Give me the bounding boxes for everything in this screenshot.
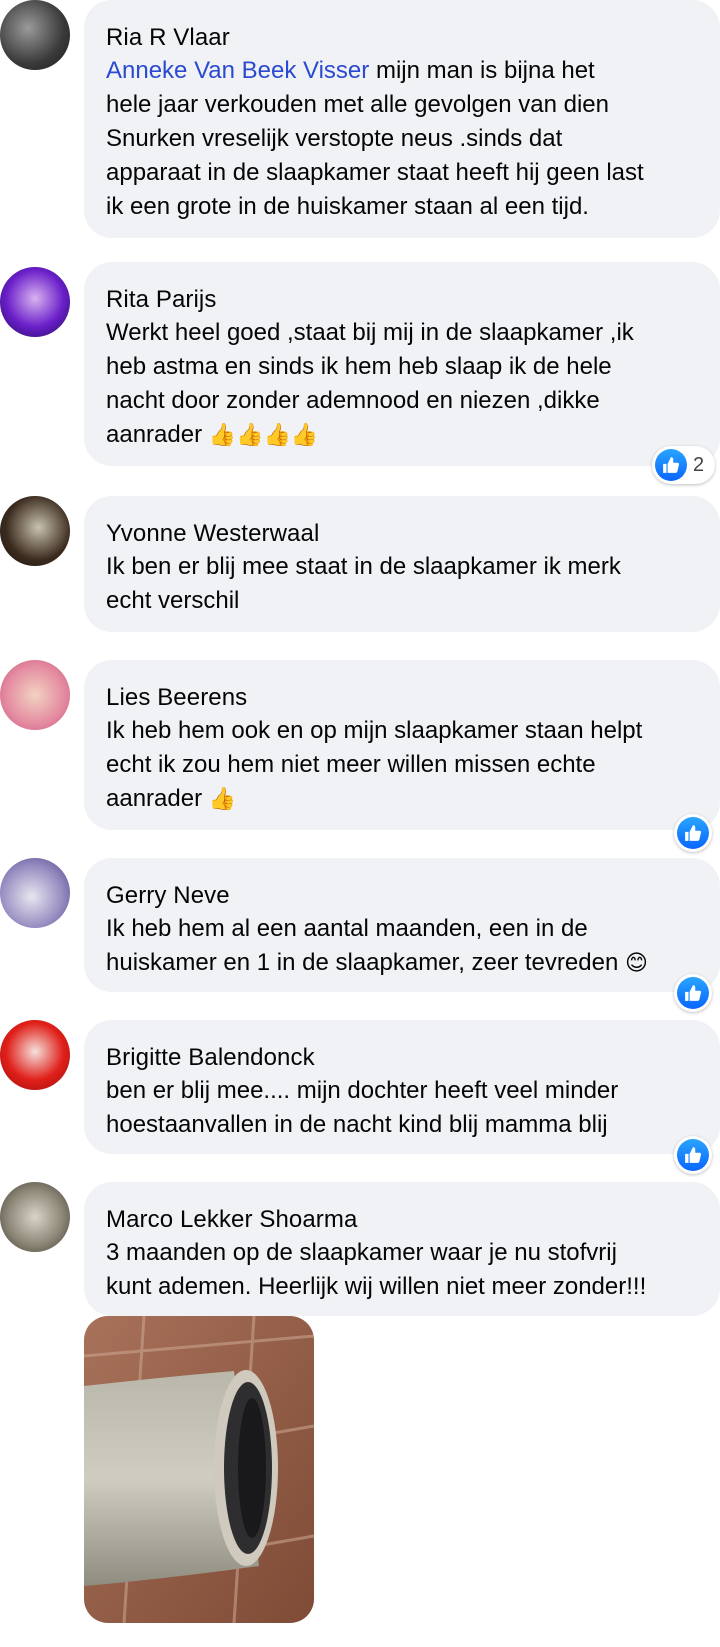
reaction-count: 2 xyxy=(693,453,705,476)
comment-text: Werkt heel goed ,staat bij mij in de sla… xyxy=(106,316,698,452)
comment-bubble: Brigitte Balendonck ben er blij mee.... … xyxy=(84,1020,720,1154)
avatar[interactable] xyxy=(0,496,70,566)
comment-author[interactable]: Lies Beerens xyxy=(106,682,698,714)
thumbs-up-emoji: 👍👍👍👍 xyxy=(208,422,319,447)
comment-text: 3 maanden op de slaapkamer waar je nu st… xyxy=(106,1239,647,1300)
comment-text: Ik heb hem ook en op mijn slaapkamer sta… xyxy=(106,714,698,816)
like-icon xyxy=(677,817,709,849)
like-icon xyxy=(655,449,687,481)
avatar[interactable] xyxy=(0,1182,70,1252)
comment-bubble: Rita Parijs Werkt heel goed ,staat bij m… xyxy=(84,262,720,466)
comment-bubble: Ria R Vlaar Anneke Van Beek Visser mijn … xyxy=(84,0,720,238)
thumbs-up-emoji: 👍 xyxy=(208,786,237,811)
comment-author[interactable]: Yvonne Westerwaal xyxy=(106,518,698,550)
comment-body: Werkt heel goed ,staat bij mij in de sla… xyxy=(106,319,634,448)
comment-bubble: Gerry Neve Ik heb hem al een aantal maan… xyxy=(84,858,720,992)
comment-bubble: Yvonne Westerwaal Ik ben er blij mee sta… xyxy=(84,496,720,632)
reaction-badge[interactable] xyxy=(674,814,712,852)
comment-author[interactable]: Gerry Neve xyxy=(106,880,698,912)
avatar[interactable] xyxy=(0,0,70,70)
avatar[interactable] xyxy=(0,858,70,928)
comment-author[interactable]: Rita Parijs xyxy=(106,284,698,316)
comment-body: Ik heb hem ook en op mijn slaapkamer sta… xyxy=(106,717,643,812)
comment-author[interactable]: Marco Lekker Shoarma xyxy=(106,1204,698,1236)
comment-text: Ik ben er blij mee staat in de slaapkame… xyxy=(106,553,621,614)
reaction-badge[interactable] xyxy=(674,1136,712,1174)
comment-text: ben er blij mee.... mijn dochter heeft v… xyxy=(106,1077,619,1138)
photo-attachment-image xyxy=(84,1316,314,1623)
avatar[interactable] xyxy=(0,267,70,337)
reaction-badge[interactable]: 2 xyxy=(652,446,716,484)
comment-text: Anneke Van Beek Visser mijn man is bijna… xyxy=(106,54,698,224)
reaction-badge[interactable] xyxy=(674,974,712,1012)
photo-attachment[interactable] xyxy=(84,1316,314,1623)
comment-author[interactable]: Ria R Vlaar xyxy=(106,22,698,54)
avatar[interactable] xyxy=(0,660,70,730)
comment-body: Ik heb hem al een aantal maanden, een in… xyxy=(106,915,619,976)
like-icon xyxy=(677,977,709,1009)
comment-text: Ik heb hem al een aantal maanden, een in… xyxy=(106,912,698,980)
like-icon xyxy=(677,1139,709,1171)
avatar[interactable] xyxy=(0,1020,70,1090)
mention-link[interactable]: Anneke Van Beek Visser xyxy=(106,57,369,84)
comment-bubble: Lies Beerens Ik heb hem ook en op mijn s… xyxy=(84,660,720,830)
comment-bubble: Marco Lekker Shoarma 3 maanden op de sla… xyxy=(84,1182,720,1316)
smiling-face-emoji: 😊 xyxy=(624,950,648,975)
comment-author[interactable]: Brigitte Balendonck xyxy=(106,1042,698,1074)
